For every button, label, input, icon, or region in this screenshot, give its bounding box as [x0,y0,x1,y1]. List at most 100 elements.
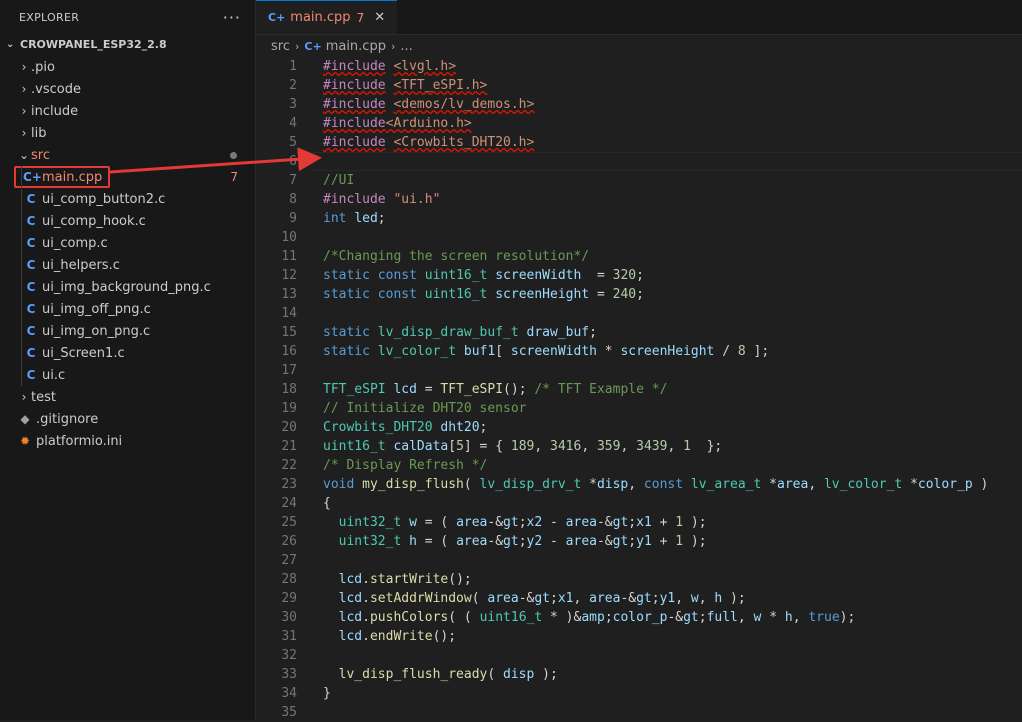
folder-include[interactable]: › include [0,100,255,122]
breadcrumb-more[interactable]: ... [400,39,412,54]
file-gitignore[interactable]: ◆ .gitignore [0,408,255,430]
file-label: ui_comp_button2.c [42,191,166,207]
c-file-icon: C [26,258,36,272]
c-file-icon: C [26,192,36,206]
code-line[interactable]: 18 TFT_eSPI lcd = TFT_eSPI(); /* TFT Exam… [256,380,1022,399]
breadcrumb: src › C+ main.cpp › ... [256,35,1022,57]
code-editor[interactable]: 1 #include <lvgl.h> 2 #include <TFT_eSPI.h>… [256,57,1022,722]
folder-label: .pio [31,59,55,75]
code-line[interactable]: 16 static lv_color_t buf1[ screenWidth * … [256,342,1022,361]
code-line[interactable]: 35 [256,703,1022,722]
code-line[interactable]: 6 [256,152,1022,171]
explorer-sidebar: EXPLORER ··· ⌄ CROWPANEL_ESP32_2.8 › .pi… [0,0,256,720]
code-line[interactable]: 17 [256,361,1022,380]
line-number: 6 [289,154,297,169]
file-ui-helpers[interactable]: C ui_helpers.c [0,254,255,276]
code-line[interactable]: 7 //UI [256,171,1022,190]
code-text: } [323,686,331,701]
code-line[interactable]: 30 lcd.pushColors( ( uint16_t * )&amp;co… [256,608,1022,627]
file-ui-c[interactable]: C ui.c [0,364,255,386]
code-line[interactable]: 22 /* Display Refresh */ [256,456,1022,475]
code-line[interactable]: 11 /*Changing the screen resolution*/ [256,247,1022,266]
tab-main-cpp[interactable]: C+ main.cpp 7 ✕ [256,0,398,34]
file-platformio-ini[interactable]: ✹ platformio.ini [0,430,255,452]
chevron-right-icon: › [21,126,27,140]
code-line[interactable]: 3 #include <demos/lv_demos.h> [256,95,1022,114]
code-line[interactable]: 28 lcd.startWrite(); [256,570,1022,589]
code-line[interactable]: 15 static lv_disp_draw_buf_t draw_buf; [256,323,1022,342]
folder-src[interactable]: ⌄ src [0,144,255,166]
code-line[interactable]: 5 #include <Crowbits_DHT20.h> [256,133,1022,152]
line-number: 29 [281,591,297,606]
file-ui-img-on[interactable]: C ui_img_on_png.c [0,320,255,342]
chevron-right-icon: › [21,104,27,118]
code-line[interactable]: 9 int led; [256,209,1022,228]
c-file-icon: C [26,214,36,228]
file-label: ui_img_on_png.c [42,323,151,339]
file-main-cpp[interactable]: C+ main.cpp 7 [0,166,255,188]
line-number: 26 [281,534,297,549]
file-ui-comp-button2[interactable]: C ui_comp_button2.c [0,188,255,210]
file-ui-img-background[interactable]: C ui_img_background_png.c [0,276,255,298]
file-label: ui_Screen1.c [42,345,125,361]
folder-label: lib [31,125,47,141]
code-line[interactable]: 12 static const uint16_t screenWidth = 32… [256,266,1022,285]
code-text: #include "ui.h" [323,192,441,207]
line-number: 2 [289,78,297,93]
more-actions-icon[interactable]: ··· [223,8,241,27]
file-label: ui_comp.c [42,235,108,251]
code-line[interactable]: 14 [256,304,1022,323]
code-line[interactable]: 23 void my_disp_flush( lv_disp_drv_t *dis… [256,475,1022,494]
line-number: 9 [289,211,297,226]
code-line[interactable]: 19 // Initialize DHT20 sensor [256,399,1022,418]
line-number: 5 [289,135,297,150]
line-number: 7 [289,173,297,188]
line-number: 10 [281,230,297,245]
code-text: //UI [323,173,355,188]
folder-label: include [31,103,79,119]
workspace-root[interactable]: ⌄ CROWPANEL_ESP32_2.8 [0,34,255,56]
code-line[interactable]: 10 [256,228,1022,247]
code-line[interactable]: 24 { [256,494,1022,513]
file-ui-comp-hook[interactable]: C ui_comp_hook.c [0,210,255,232]
code-line[interactable]: 34} [256,684,1022,703]
file-label: ui_helpers.c [42,257,120,273]
code-text: static lv_color_t buf1[ screenWidth * sc… [323,344,770,359]
folder-lib[interactable]: › lib [0,122,255,144]
explorer-header: EXPLORER ··· [0,0,255,34]
code-line[interactable]: 21 uint16_t calData[5] = { 189, 3416, 359… [256,437,1022,456]
line-number: 4 [289,116,297,131]
breadcrumb-file[interactable]: main.cpp [326,39,386,54]
code-line[interactable]: 13 static const uint16_t screenHeight = 2… [256,285,1022,304]
file-ui-screen1[interactable]: C ui_Screen1.c [0,342,255,364]
code-line[interactable]: 31 lcd.endWrite(); [256,627,1022,646]
code-line[interactable]: 26 uint32_t h = ( area-&gt;y2 - area-&gt… [256,532,1022,551]
platformio-file-icon: ✹ [19,434,31,448]
folder-vscode[interactable]: › .vscode [0,78,255,100]
editor-area: C+ main.cpp 7 ✕ src › C+ main.cpp › ... … [256,0,1022,720]
line-number: 14 [281,306,297,321]
chevron-down-icon: ⌄ [18,148,30,162]
file-label: ui_comp_hook.c [42,213,146,229]
breadcrumb-folder[interactable]: src [271,39,290,54]
close-icon[interactable]: ✕ [374,10,385,25]
code-line[interactable]: 25 uint32_t w = ( area-&gt;x2 - area-&gt… [256,513,1022,532]
code-line[interactable]: 27 [256,551,1022,570]
code-text: Crowbits_DHT20 dht20; [323,420,488,435]
code-line[interactable]: 2 #include <TFT_eSPI.h> [256,76,1022,95]
chevron-right-icon: › [21,82,27,96]
code-line[interactable]: 32 [256,646,1022,665]
code-line[interactable]: 8 #include "ui.h" [256,190,1022,209]
code-line[interactable]: 20 Crowbits_DHT20 dht20; [256,418,1022,437]
code-line[interactable]: 4 #include<Arduino.h> [256,114,1022,133]
folder-pio[interactable]: › .pio [0,56,255,78]
file-ui-comp[interactable]: C ui_comp.c [0,232,255,254]
folder-test[interactable]: › test [0,386,255,408]
code-line[interactable]: 29 lcd.setAddrWindow( area-&gt;x1, area-… [256,589,1022,608]
line-number: 33 [281,667,297,682]
file-ui-img-off[interactable]: C ui_img_off_png.c [0,298,255,320]
code-line[interactable]: 1 #include <lvgl.h> [256,57,1022,76]
code-line[interactable]: 33 lv_disp_flush_ready( disp ); [256,665,1022,684]
c-file-icon: C [26,324,36,338]
line-number: 11 [281,249,297,264]
